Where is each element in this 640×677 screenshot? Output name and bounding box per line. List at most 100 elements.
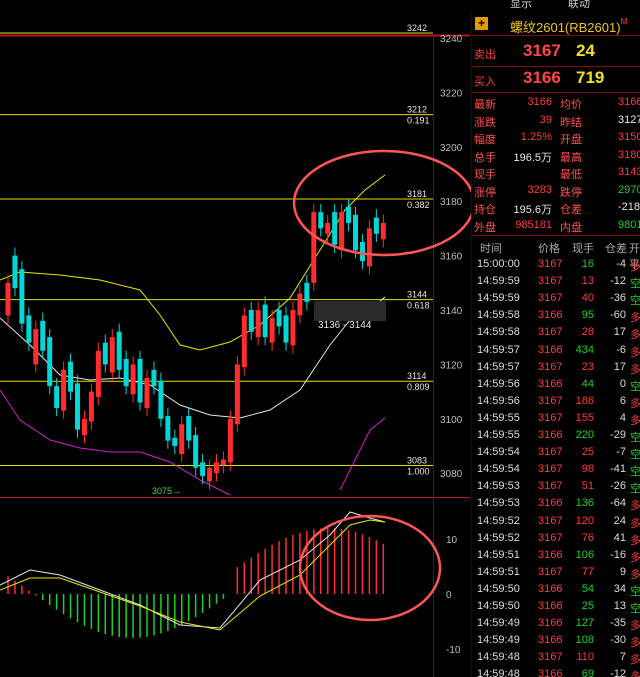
trade-row: 14:59:56 3166 44 0 空 — [472, 376, 640, 393]
price-axis-label: 3100 — [440, 415, 463, 426]
trade-volume: 155 — [575, 411, 594, 424]
trade-position-change: -36 — [610, 292, 626, 305]
candle-body — [54, 386, 60, 408]
trade-volume: 54 — [581, 582, 594, 595]
trade-type: 多 — [630, 620, 640, 633]
trade-time: 14:59:53 — [477, 480, 520, 493]
trade-position-change: -29 — [610, 429, 626, 441]
trade-price: 3166 — [538, 668, 563, 677]
stat-label: 仓差 — [560, 204, 582, 216]
trade-time: 15:00:00 — [477, 258, 520, 270]
trade-time: 14:59:51 — [477, 548, 520, 561]
trade-row: 14:59:50 3166 54 34 空 — [472, 581, 640, 598]
range-box — [314, 301, 386, 322]
trade-row: 15:00:00 3167 16 -4 多 — [472, 256, 640, 273]
link-menu[interactable]: 联动 — [568, 0, 590, 10]
trade-position-change: 34 — [613, 582, 626, 595]
trade-price: 3167 — [538, 480, 563, 493]
add-contract-button[interactable]: + — [475, 17, 488, 30]
trade-time: 14:59:55 — [477, 429, 520, 441]
stat-label: 幅度 — [474, 134, 496, 146]
stat-value: 3150 — [618, 131, 640, 143]
candle-body — [95, 350, 101, 398]
price-axis-label: 3240 — [440, 34, 463, 45]
stat-value: 1.25% — [520, 131, 552, 143]
ask-price: 3167 — [523, 41, 561, 60]
kline-chart-area[interactable]: 3242 3212 0.191 3181 0.382 3144 0.618 3114 0.809… — [0, 0, 471, 677]
trade-type: 多 — [630, 363, 640, 376]
trade-type: 多 — [630, 534, 640, 547]
trade-position-change: -64 — [610, 497, 626, 510]
trade-type: 多 — [630, 568, 640, 581]
trade-time: 14:59:57 — [477, 360, 520, 373]
candle-body — [353, 214, 358, 251]
trade-type: 多 — [630, 668, 640, 677]
stat-value: 39 — [539, 113, 552, 126]
macd-axis-label: 10 — [446, 535, 458, 546]
stat-value: 2970 — [618, 183, 640, 196]
stat-row: 持仓 195.6万仓差 -21822 — [472, 199, 640, 216]
ask-row: 卖出 3167 24 — [472, 40, 640, 64]
fib-price-label: 3114 — [407, 371, 426, 381]
trade-type: 多 — [630, 500, 640, 513]
candle-body — [33, 329, 39, 365]
stat-label: 昨结 — [560, 116, 582, 129]
candle-body — [325, 222, 331, 234]
stat-value: 980171 — [618, 218, 640, 231]
trade-price: 3166 — [538, 309, 563, 322]
candle-body — [12, 255, 18, 289]
trade-position-change: 24 — [613, 514, 626, 527]
candle-body — [283, 315, 289, 343]
stat-label: 持仓 — [474, 204, 496, 216]
stat-value: 3127 — [618, 113, 640, 126]
trade-price: 3166 — [538, 343, 563, 356]
trade-volume: 127 — [575, 617, 594, 630]
candle-body — [241, 315, 247, 368]
trade-position-change: -12 — [610, 275, 626, 288]
stat-label: 最新 — [474, 99, 496, 111]
trade-price: 3166 — [538, 617, 563, 630]
trade-position-change: -35 — [610, 617, 626, 630]
trade-type: 空 — [630, 483, 640, 496]
trade-row: 14:59:48 3166 69 -12 多 — [472, 666, 640, 677]
candle-body — [248, 310, 254, 332]
trade-position-change: -4 — [616, 258, 626, 270]
trade-position-change: 6 — [619, 394, 626, 407]
stat-row: 现手 最低 3143 — [472, 164, 640, 181]
kline-chart[interactable]: 3242 32120.191 31810.382 31440.618 31140.809… — [0, 0, 471, 677]
trade-type: 空 — [630, 432, 640, 444]
candle-body — [227, 418, 233, 463]
candle-body — [311, 212, 317, 283]
trade-volume: 106 — [575, 548, 594, 561]
trade-row: 14:59:54 3167 98 -41 空 — [472, 461, 640, 478]
stat-value: 985181 — [515, 218, 552, 231]
trade-price: 3167 — [538, 326, 563, 339]
stat-label: 跌停 — [560, 186, 582, 199]
quote-panel: + 螺纹2601(RB2601)M 卖出 3167 24 买入 3166 719… — [471, 12, 640, 677]
trade-row: 14:59:53 3167 51 -26 空 — [472, 478, 640, 495]
fib-price-label: 3181 — [407, 189, 427, 199]
fib-ratio-label: 0.191 — [407, 116, 430, 126]
trade-volume: 186 — [575, 394, 594, 407]
candle-body — [234, 364, 240, 425]
trade-volume: 69 — [581, 668, 594, 677]
trade-time: 14:59:53 — [477, 497, 520, 510]
trade-row: 14:59:57 3166 434 -6 多 — [472, 342, 640, 359]
bid-price: 3166 — [523, 68, 561, 87]
price-axis-label: 3120 — [440, 360, 463, 371]
trade-type: 空 — [630, 295, 640, 308]
fib-ratio-label: 0.382 — [407, 200, 430, 210]
trades-header: 时间 价格 现手 仓差 开平 — [472, 238, 640, 271]
trade-price: 3166 — [538, 582, 563, 595]
stat-value: 3143 — [618, 166, 640, 178]
trade-time: 14:59:55 — [477, 411, 520, 424]
trades-divider — [472, 235, 640, 236]
trade-volume: 23 — [581, 360, 594, 373]
trade-time: 14:59:49 — [477, 617, 520, 630]
candle-body — [186, 416, 192, 441]
stat-label: 内盘 — [560, 221, 582, 234]
display-menu[interactable]: 显示 — [510, 0, 532, 10]
trade-position-change: -12 — [610, 668, 626, 677]
candle-body — [109, 337, 115, 373]
trade-volume: 220 — [575, 429, 594, 441]
